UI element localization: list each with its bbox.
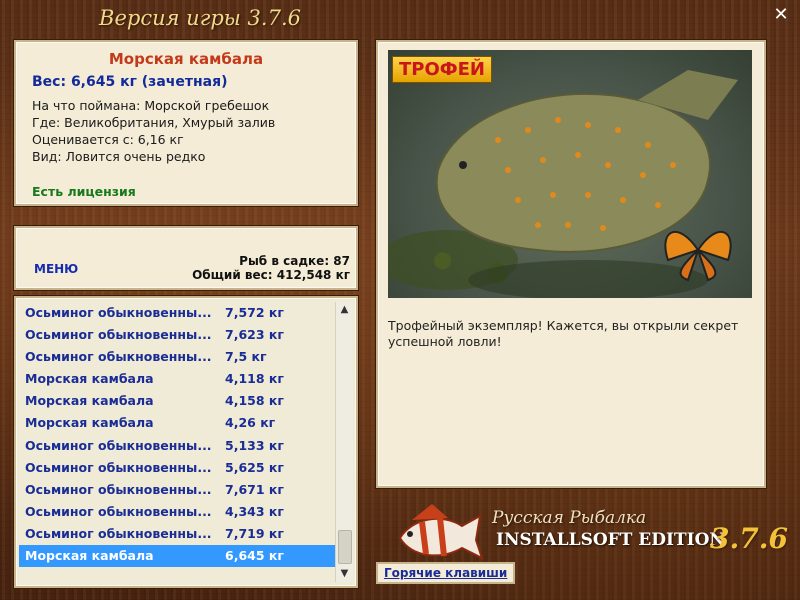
list-item[interactable]: Морская камбала 4,118 кг [19,368,335,390]
list-item-weight: 7,719 кг [225,525,284,541]
list-item-name: Осьминог обыкновенны... [25,481,212,497]
list-item-weight: 7,671 кг [225,481,284,497]
trophy-description: Трофейный экземпляр! Кажется, вы открыли… [388,318,739,349]
fish-count: Рыб в садке: 87 [239,254,350,268]
list-item-weight: 6,645 кг [225,548,284,564]
list-item-weight: 4,26 кг [225,415,276,431]
list-item[interactable]: Осьминог обыкновенны... 7,5 кг [19,346,335,368]
list-item[interactable]: Осьминог обыкновенны... 7,623 кг [19,324,335,346]
list-item[interactable]: Осьминог обыкновенны... 5,625 кг [19,457,335,479]
list-item-weight: 5,625 кг [225,459,284,475]
list-item-name: Осьминог обыкновенны... [25,437,212,453]
game-logo: Русская Рыбалка INSTALLSOFT EDITION 3.7.… [392,498,792,570]
catch-list: Осьминог обыкновенны... 7,572 кг Осьминог … [19,302,335,580]
list-item[interactable]: Морская камбала 4,158 кг [19,390,335,412]
list-scrollbar[interactable]: ▲ ▼ [335,302,353,582]
list-item-name: Осьминог обыкновенны... [25,327,212,343]
list-item-name: Осьминог обыкновенны... [25,349,212,365]
list-item-weight: 4,343 кг [225,503,284,519]
fish-logo-icon [398,504,484,560]
flounder-illustration [388,70,738,298]
list-item-weight: 4,158 кг [225,393,284,409]
location-info: Где: Великобритания, Хмурый залив [32,115,276,130]
logo-title: Русская Рыбалка [492,508,647,528]
list-item[interactable]: Морская камбала 4,26 кг [19,412,335,434]
rarity-info: Вид: Ловится очень редко [32,149,206,164]
window-title: Версия игры 3.7.6 [99,6,301,30]
hotkeys-link[interactable]: Горячие клавиши [376,562,516,584]
fish-photo: ТРОФЕЙ [388,50,752,298]
close-icon[interactable]: ✕ [772,6,790,24]
list-item[interactable]: Осьминог обыкновенны... 5,133 кг [19,435,335,457]
list-item[interactable]: Осьминог обыкновенны... 7,719 кг [19,523,335,545]
menu-button[interactable]: МЕНЮ [34,262,78,276]
list-item-name: Морская камбала [25,371,154,387]
catch-info-panel: Морская камбала Вес: 6,645 кг (зачетная)… [14,40,358,206]
scroll-up-icon[interactable]: ▲ [336,302,353,318]
bait-info: На что поймана: Морской гребешок [32,98,270,113]
list-item-name: Осьминог обыкновенны... [25,503,212,519]
list-item-name: Осьминог обыкновенны... [25,525,212,541]
list-item-name: Морская камбала [25,415,154,431]
list-item-name: Морская камбала [25,548,154,564]
license-status: Есть лицензия [32,184,136,199]
trophy-badge: ТРОФЕЙ [392,56,492,83]
list-item-name: Осьминог обыкновенны... [25,459,212,475]
summary-panel: МЕНЮ Рыб в садке: 87 Общий вес: 412,548 … [14,226,358,290]
scroll-down-icon[interactable]: ▼ [336,566,353,582]
catch-list-panel: Осьминог обыкновенны... 7,572 кг Осьминог … [14,296,358,588]
list-item[interactable]: Осьминог обыкновенны... 7,671 кг [19,479,335,501]
list-item-weight: 4,118 кг [225,371,284,387]
trophy-panel: ТРОФЕЙ Трофейный экземпляр! Кажется, вы … [376,40,766,488]
logo-version: 3.7.6 [710,522,788,555]
list-item-weight: 7,623 кг [225,327,284,343]
fish-weight: Вес: 6,645 кг (зачетная) [32,74,228,90]
list-item[interactable]: Осьминог обыкновенны... 4,343 кг [19,501,335,523]
list-item-name: Морская камбала [25,393,154,409]
list-item-weight: 7,572 кг [225,305,284,320]
fish-name: Морская камбала [108,50,264,68]
list-item[interactable]: Морская камбала 6,645 кг [19,545,335,568]
list-item-weight: 7,5 кг [225,349,267,365]
logo-edition: INSTALLSOFT EDITION [496,530,725,550]
list-item[interactable]: Осьминог обыкновенны... 7,572 кг [19,302,335,324]
scroll-thumb[interactable] [338,530,352,564]
list-item-name: Осьминог обыкновенны... [25,305,212,320]
total-weight: Общий вес: 412,548 кг [192,268,350,282]
list-item-weight: 5,133 кг [225,437,284,453]
valued-from-info: Оценивается с: 6,16 кг [32,132,184,147]
